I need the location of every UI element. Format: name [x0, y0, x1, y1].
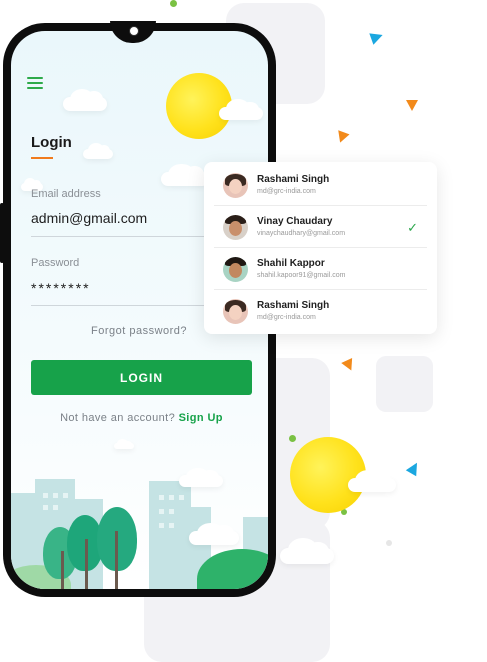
- decor-triangle-blue: [369, 29, 385, 45]
- user-email: shahil.kapoor91@gmail.com: [257, 272, 346, 279]
- decor-dot: [170, 0, 177, 7]
- cloud-decoration: [280, 538, 334, 564]
- user-name: Vinay Chaudary: [257, 216, 333, 227]
- building-window: [169, 495, 174, 500]
- sun-decoration: [290, 437, 366, 513]
- user-email: md@grc-india.com: [257, 188, 316, 195]
- user-list-card: Rashami Singh md@grc-india.com Vinay Cha…: [204, 162, 437, 334]
- hamburger-menu-icon[interactable]: [27, 77, 43, 89]
- title-underline: [31, 157, 53, 159]
- forgot-password-link[interactable]: Forgot password?: [91, 325, 187, 337]
- building-window: [159, 523, 164, 528]
- tree-trunk: [85, 539, 88, 589]
- user-list-item[interactable]: Rashami Singh md@grc-india.com: [204, 290, 437, 332]
- building-window: [53, 493, 58, 498]
- email-field[interactable]: admin@gmail.com: [31, 210, 147, 226]
- building-window: [53, 505, 58, 510]
- avatar: [223, 173, 248, 198]
- cloud-illustration: [114, 439, 134, 449]
- building-window: [159, 509, 164, 514]
- avatar: [223, 257, 248, 282]
- decor-triangle-blue: [405, 459, 423, 477]
- user-list-item[interactable]: Vinay Chaudary vinaychaudhary@gmail.com …: [204, 206, 437, 248]
- front-camera: [129, 26, 139, 36]
- cloud-illustration: [189, 522, 239, 545]
- login-button[interactable]: LOGIN: [31, 360, 252, 395]
- sun-illustration: [166, 73, 232, 139]
- building-window: [169, 509, 174, 514]
- email-label: Email address: [31, 188, 101, 200]
- building-window: [169, 523, 174, 528]
- cloud-decoration: [348, 469, 396, 492]
- background-panel-right: [376, 356, 433, 412]
- sign-up-link[interactable]: Sign Up: [179, 412, 223, 424]
- decor-dot: [289, 435, 296, 442]
- cloud-illustration: [219, 99, 263, 120]
- building-window: [159, 495, 164, 500]
- tree-trunk: [115, 531, 118, 589]
- avatar: [223, 299, 248, 324]
- user-name: Rashami Singh: [257, 300, 330, 311]
- decor-triangle-orange: [334, 130, 350, 145]
- decor-dot: [386, 540, 392, 546]
- cloud-illustration: [161, 163, 209, 186]
- building-window: [179, 495, 184, 500]
- tree-trunk: [61, 551, 64, 589]
- user-email: vinaychaudhary@gmail.com: [257, 230, 346, 237]
- building-window: [63, 493, 68, 498]
- password-field[interactable]: ********: [31, 280, 91, 296]
- signup-prompt: Not have an account?: [60, 412, 176, 424]
- user-email: md@grc-india.com: [257, 314, 316, 321]
- page-title: Login: [31, 134, 72, 151]
- password-label: Password: [31, 257, 80, 269]
- decor-triangle-orange: [406, 100, 418, 111]
- checkmark-icon: ✓: [407, 220, 418, 235]
- building-window: [43, 505, 48, 510]
- decor-triangle-orange: [341, 357, 357, 374]
- user-list-item[interactable]: Shahil Kappor shahil.kapoor91@gmail.com: [204, 248, 437, 290]
- phone-side-button: [0, 203, 4, 263]
- user-name: Shahil Kappor: [257, 258, 325, 269]
- cloud-illustration: [63, 88, 107, 111]
- cloud-illustration: [83, 143, 113, 159]
- cloud-illustration: [179, 467, 223, 487]
- signup-row: Not have an account? Sign Up: [11, 412, 268, 424]
- building-window: [43, 493, 48, 498]
- avatar: [223, 215, 248, 240]
- user-name: Rashami Singh: [257, 174, 330, 185]
- user-list-item[interactable]: Rashami Singh md@grc-india.com: [204, 164, 437, 206]
